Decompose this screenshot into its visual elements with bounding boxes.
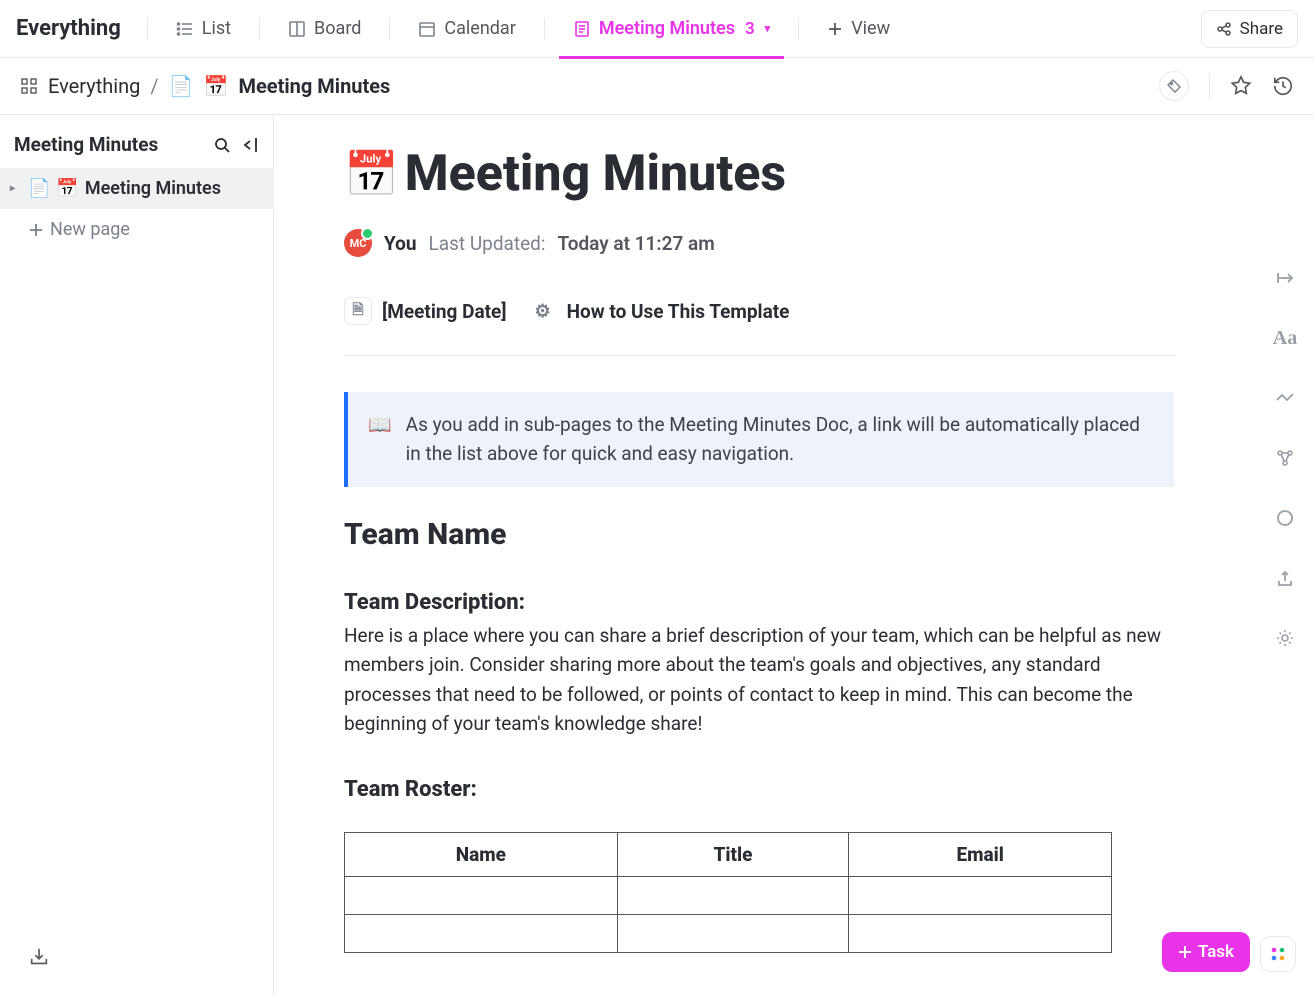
sidebar-item-label: Meeting Minutes xyxy=(85,178,221,199)
history-button[interactable] xyxy=(1272,75,1294,97)
plus-icon xyxy=(1178,945,1192,959)
task-label: Task xyxy=(1198,942,1234,962)
heading-team-description[interactable]: Team Description: xyxy=(344,590,1174,615)
layout: Meeting Minutes ▸ 📄 📅 Meeting Minutes Ne… xyxy=(0,115,1314,996)
star-button[interactable] xyxy=(1230,75,1252,97)
chip-meeting-date[interactable]: 🗎 [Meeting Date] xyxy=(344,297,507,325)
tab-board[interactable]: Board xyxy=(274,0,375,58)
team-description-text[interactable]: Here is a place where you can share a br… xyxy=(344,621,1174,739)
divider xyxy=(259,18,260,40)
calendar-icon xyxy=(418,20,436,38)
export-icon[interactable] xyxy=(1272,565,1298,591)
roster-table[interactable]: Name Title Email xyxy=(344,832,1112,953)
document: 📅 Meeting Minutes MC You Last Updated: T… xyxy=(344,145,1174,953)
updated-label: Last Updated: xyxy=(429,232,546,255)
tab-label: Board xyxy=(314,18,361,39)
heading-team-roster[interactable]: Team Roster: xyxy=(344,777,1174,802)
sidebar: Meeting Minutes ▸ 📄 📅 Meeting Minutes Ne… xyxy=(0,115,274,996)
divider xyxy=(798,18,799,40)
board-icon xyxy=(288,20,306,38)
apps-icon xyxy=(1269,945,1287,963)
divider xyxy=(544,18,545,40)
sidebar-item-meeting-minutes[interactable]: ▸ 📄 📅 Meeting Minutes xyxy=(0,168,273,209)
share-button[interactable]: Share xyxy=(1201,10,1298,48)
doc-title: Meeting Minutes xyxy=(405,145,786,203)
breadcrumb-page[interactable]: Meeting Minutes xyxy=(238,74,390,98)
chip-how-to-use[interactable]: ⚙ How to Use This Template xyxy=(529,297,790,325)
gear-icon: ⚙ xyxy=(529,297,557,325)
relations-icon[interactable] xyxy=(1272,445,1298,471)
expand-icon[interactable] xyxy=(1272,265,1298,291)
comment-icon[interactable] xyxy=(1272,505,1298,531)
divider xyxy=(1209,73,1210,99)
main-content: 📅 Meeting Minutes MC You Last Updated: T… xyxy=(274,115,1314,996)
chip-label: [Meeting Date] xyxy=(382,300,507,323)
tab-label: Meeting Minutes xyxy=(599,18,735,39)
calendar-emoji-icon: 📅 xyxy=(344,148,399,200)
tab-label: List xyxy=(202,18,231,39)
col-title: Title xyxy=(617,832,849,876)
caret-right-icon: ▸ xyxy=(10,183,22,194)
tab-list[interactable]: List xyxy=(162,0,245,58)
info-callout: 📖 As you add in sub-pages to the Meeting… xyxy=(344,392,1174,487)
heading-team-name[interactable]: Team Name xyxy=(344,517,1174,552)
breadcrumb-sep: / xyxy=(150,74,158,98)
sidebar-header: Meeting Minutes xyxy=(0,115,273,168)
calendar-emoji-icon: 📅 xyxy=(56,178,78,199)
chip-label: How to Use This Template xyxy=(567,300,790,323)
tab-label: Calendar xyxy=(444,18,515,39)
doc-icon xyxy=(573,20,591,38)
table-row[interactable] xyxy=(345,876,1112,914)
divider xyxy=(147,18,148,40)
subpage-links: 🗎 [Meeting Date] ⚙ How to Use This Templ… xyxy=(344,297,1174,356)
workspace-brand[interactable]: Everything xyxy=(16,16,121,41)
top-bar: Everything List Board Calendar Meeting M… xyxy=(0,0,1314,58)
sidebar-item-label: New page xyxy=(50,219,130,240)
search-button[interactable] xyxy=(213,136,231,154)
typography-icon[interactable]: Aa xyxy=(1272,325,1298,351)
col-email: Email xyxy=(849,832,1112,876)
doc-title-row[interactable]: 📅 Meeting Minutes xyxy=(344,145,1174,203)
breadcrumb-actions xyxy=(1159,71,1294,101)
apps-button[interactable] xyxy=(1260,936,1296,972)
book-icon: 📖 xyxy=(368,410,392,469)
tag-button[interactable] xyxy=(1159,71,1189,101)
calendar-emoji-icon: 📅 xyxy=(204,74,229,98)
add-view[interactable]: View xyxy=(813,0,904,58)
table-row[interactable] xyxy=(345,914,1112,952)
inbox-tray-button[interactable] xyxy=(28,946,50,968)
page-icon: 📄 xyxy=(28,178,50,199)
tab-calendar[interactable]: Calendar xyxy=(404,0,529,58)
breadcrumb-root[interactable]: Everything xyxy=(48,74,140,98)
list-icon xyxy=(176,20,194,38)
table-header-row: Name Title Email xyxy=(345,832,1112,876)
callout-text: As you add in sub-pages to the Meeting M… xyxy=(406,410,1154,469)
share-icon xyxy=(1216,21,1232,37)
new-task-button[interactable]: Task xyxy=(1162,932,1250,972)
author-label: You xyxy=(384,232,417,255)
doc-meta: MC You Last Updated: Today at 11:27 am xyxy=(344,229,1174,257)
avatar[interactable]: MC xyxy=(344,229,372,257)
doc-icon: 🗎 xyxy=(344,297,372,325)
sidebar-title: Meeting Minutes xyxy=(14,133,203,156)
plus-icon xyxy=(28,222,44,238)
updated-value: Today at 11:27 am xyxy=(557,232,714,255)
grid-icon[interactable] xyxy=(20,77,38,95)
settings-icon[interactable] xyxy=(1272,625,1298,651)
col-name: Name xyxy=(345,832,618,876)
breadcrumb-bar: Everything / 📄 📅 Meeting Minutes xyxy=(0,58,1314,115)
tab-meeting-minutes[interactable]: Meeting Minutes 3 ▾ xyxy=(559,0,784,58)
divider xyxy=(389,18,390,40)
share-label: Share xyxy=(1240,19,1283,39)
right-rail: Aa xyxy=(1272,265,1298,651)
ai-icon[interactable] xyxy=(1272,385,1298,411)
chevron-down-icon: ▾ xyxy=(765,22,771,35)
plus-icon xyxy=(827,21,843,37)
tab-count: 3 xyxy=(745,19,755,39)
tab-label: View xyxy=(851,18,890,39)
collapse-sidebar-button[interactable] xyxy=(241,136,259,154)
page-icon: 📄 xyxy=(169,74,194,98)
sidebar-new-page[interactable]: New page xyxy=(0,209,273,250)
